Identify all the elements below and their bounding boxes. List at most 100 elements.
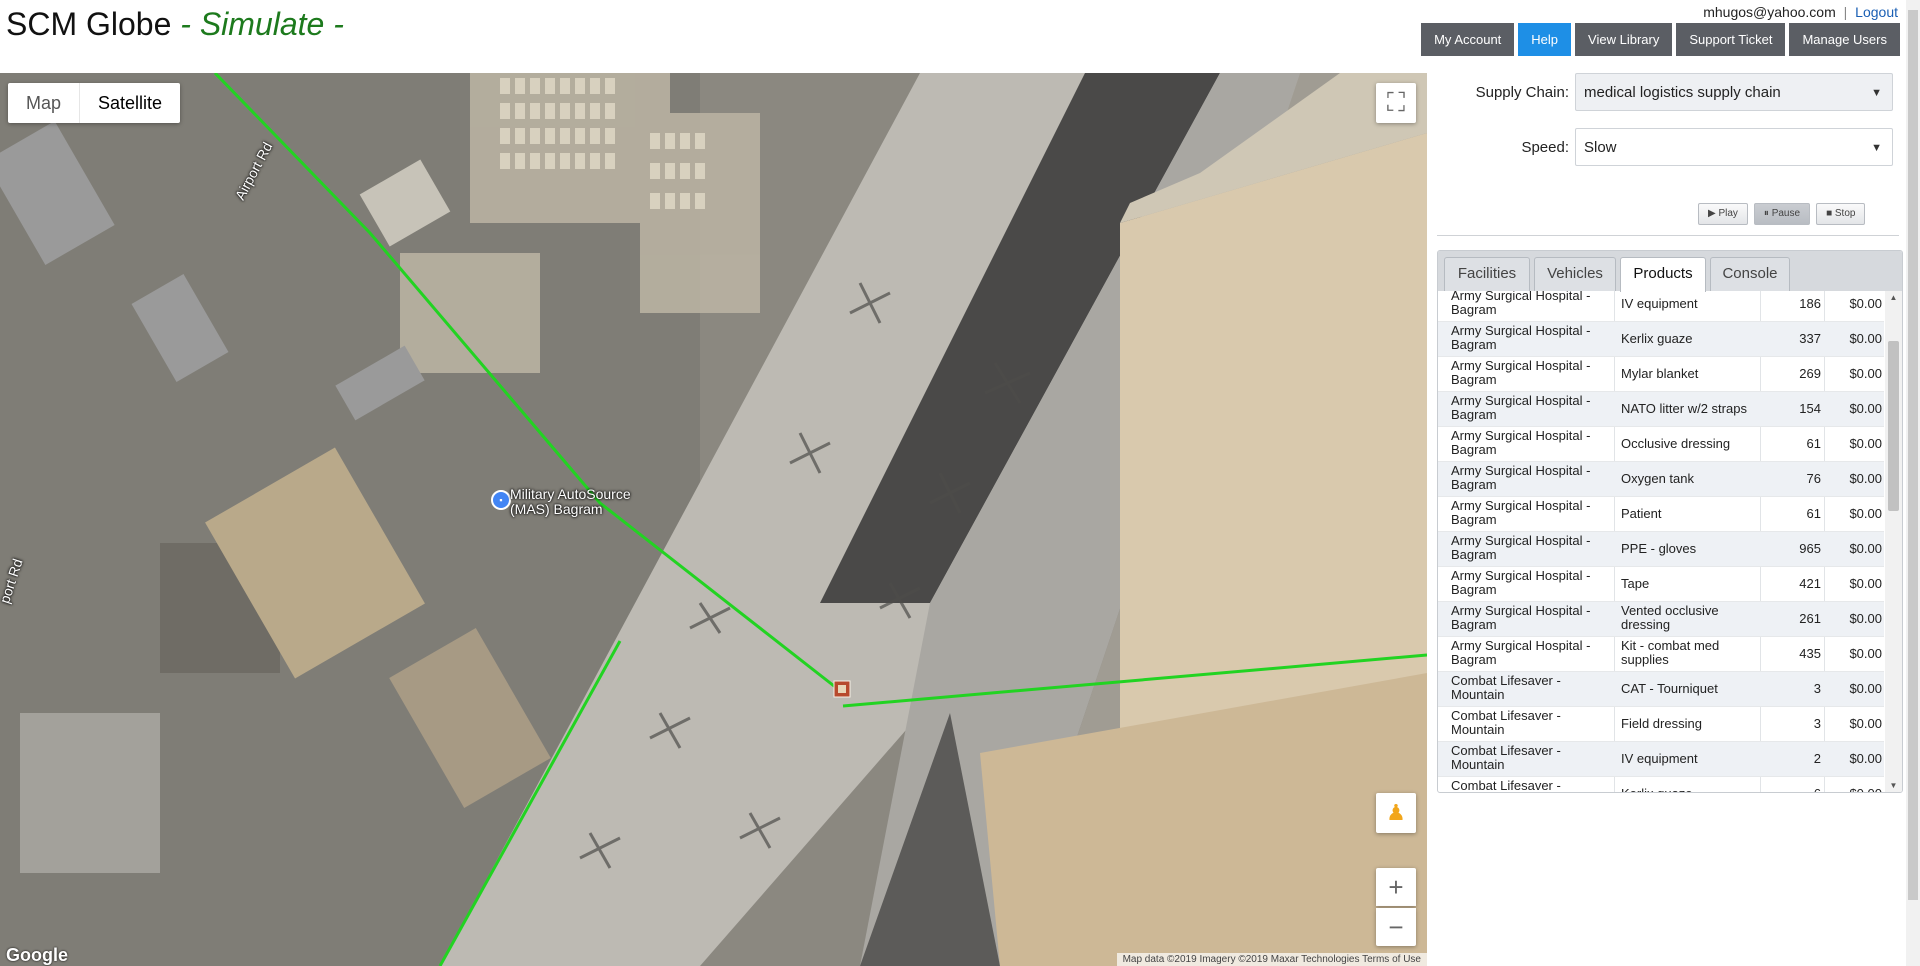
facility-cell: Combat Lifesaver - Mountain (1451, 673, 1561, 702)
tab-console[interactable]: Console (1710, 257, 1790, 291)
facility-cell: Combat Lifesaver - (1451, 778, 1561, 793)
product-cell: NATO litter w/2 straps (1621, 401, 1747, 416)
quantity-cell: 3 (1813, 681, 1821, 696)
map-view[interactable]: Map Satellite ⛶ Airport Rd port Rd ▪ Mil… (0, 73, 1427, 966)
product-cell: Patient (1621, 506, 1662, 521)
table-scrollbar[interactable]: ▲ ▼ (1885, 291, 1902, 792)
table-row[interactable]: Army Surgical Hospital - Bagram Vented oc… (1438, 602, 1884, 637)
tab-products[interactable]: Products (1620, 257, 1706, 292)
page-scrollbar[interactable] (1906, 0, 1920, 966)
table-row[interactable]: Army Surgical Hospital - Bagram Kit - com… (1438, 637, 1884, 672)
fullscreen-icon[interactable]: ⛶ (1376, 83, 1416, 123)
tab-facilities[interactable]: Facilities (1444, 257, 1530, 291)
product-cell: Kit - combat med supplies (1621, 638, 1720, 667)
page-scrollbar-thumb[interactable] (1908, 10, 1918, 900)
value-cell: $0.00 (1849, 541, 1882, 556)
facility-cell: Army Surgical Hospital - Bagram (1451, 568, 1591, 597)
value-cell: $0.00 (1849, 296, 1882, 311)
table-row[interactable]: Army Surgical Hospital - Bagram NATO litt… (1438, 392, 1884, 427)
quantity-cell: 61 (1806, 506, 1821, 521)
shopping-bag-icon[interactable]: ▪ (491, 490, 511, 510)
tabs-panel: Facilities Vehicles Products Console Arm… (1437, 250, 1903, 793)
tab-vehicles[interactable]: Vehicles (1534, 257, 1616, 291)
table-row[interactable]: Combat Lifesaver - Mountain Field dressin… (1438, 707, 1884, 742)
user-bar-separator: | (1843, 4, 1848, 20)
map-attribution[interactable]: Map data ©2019 Imagery ©2019 Maxar Techn… (1116, 953, 1427, 966)
scroll-up-icon[interactable]: ▲ (1885, 293, 1902, 302)
product-cell: Field dressing (1621, 716, 1702, 731)
table-row[interactable]: Army Surgical Hospital - Bagram Kerlix gu… (1438, 322, 1884, 357)
quantity-cell: 61 (1806, 436, 1821, 451)
value-cell: $0.00 (1849, 611, 1882, 626)
manage-users-button[interactable]: Manage Users (1789, 23, 1900, 56)
pegman-icon[interactable]: ♟ (1376, 793, 1416, 833)
facility-cell: Army Surgical Hospital - Bagram (1451, 428, 1591, 457)
facility-cell: Combat Lifesaver - Mountain (1451, 708, 1561, 737)
product-cell: PPE - gloves (1621, 541, 1697, 556)
stop-button[interactable]: ■ Stop (1816, 203, 1866, 225)
table-row[interactable]: Army Surgical Hospital - Bagram Oxygen ta… (1438, 462, 1884, 497)
quantity-cell: 186 (1799, 296, 1821, 311)
speed-value: Slow (1584, 139, 1617, 156)
pause-button[interactable]: ⏸ Pause (1753, 203, 1811, 225)
quantity-cell: 421 (1799, 576, 1821, 591)
scroll-down-icon[interactable]: ▼ (1885, 781, 1902, 790)
value-cell: $0.00 (1849, 576, 1882, 591)
facility-cell: Army Surgical Hospital - Bagram (1451, 638, 1591, 667)
table-row[interactable]: Army Surgical Hospital - Bagram Mylar bla… (1438, 357, 1884, 392)
my-account-button[interactable]: My Account (1421, 23, 1515, 56)
value-cell: $0.00 (1849, 681, 1882, 696)
table-row[interactable]: Army Surgical Hospital - Bagram Tape 421 $0… (1438, 567, 1884, 602)
table-row[interactable]: Combat Lifesaver - Kerlix guaze 6 $0.00 (1438, 777, 1884, 793)
table-row[interactable]: Army Surgical Hospital - Bagram IV equipm… (1438, 291, 1884, 322)
product-cell: Vented occlusive dressing (1621, 603, 1719, 632)
user-bar: mhugos@yahoo.com | Logout (1703, 4, 1898, 20)
poi-label[interactable]: Military AutoSource (MAS) Bagram (510, 487, 631, 517)
quantity-cell: 6 (1768, 787, 1821, 793)
user-email: mhugos@yahoo.com (1703, 4, 1836, 20)
google-logo: Google (6, 945, 68, 965)
quantity-cell: 76 (1806, 471, 1821, 486)
support-ticket-button[interactable]: Support Ticket (1676, 23, 1786, 56)
map-type-toggle: Map Satellite (8, 83, 181, 123)
map-type-satellite[interactable]: Satellite (79, 83, 180, 123)
table-row[interactable]: Combat Lifesaver - Mountain IV equipment 2… (1438, 742, 1884, 777)
table-row[interactable]: Combat Lifesaver - Mountain CAT - Tourniq… (1438, 672, 1884, 707)
product-cell: Kerlix guaze (1621, 787, 1754, 793)
mode-label: - Simulate - (180, 6, 344, 42)
map-type-map[interactable]: Map (8, 83, 79, 123)
top-nav: My Account Help View Library Support Tic… (1421, 23, 1900, 56)
speed-select[interactable]: Slow ▼ (1575, 128, 1893, 166)
supply-chain-value: medical logistics supply chain (1584, 84, 1781, 101)
value-cell: $0.00 (1849, 471, 1882, 486)
supply-chain-row: Supply Chain: medical logistics supply c… (1427, 73, 1893, 111)
value-cell: $0.00 (1849, 646, 1882, 661)
table-row[interactable]: Army Surgical Hospital - Bagram PPE - glo… (1438, 532, 1884, 567)
control-panel: Supply Chain: medical logistics supply c… (1427, 73, 1920, 966)
play-button[interactable]: ▶ Play (1698, 203, 1748, 225)
product-cell: IV equipment (1621, 296, 1698, 311)
help-button[interactable]: Help (1518, 23, 1572, 56)
facility-cell: Army Surgical Hospital - Bagram (1451, 463, 1591, 492)
product-cell: Oxygen tank (1621, 471, 1694, 486)
tab-strip: Facilities Vehicles Products Console (1438, 251, 1902, 292)
zoom-in-button[interactable]: + (1376, 868, 1416, 906)
quantity-cell: 435 (1799, 646, 1821, 661)
logout-link[interactable]: Logout (1855, 4, 1898, 20)
table-row[interactable]: Army Surgical Hospital - Bagram Patient 61… (1438, 497, 1884, 532)
value-cell: $0.00 (1849, 436, 1882, 451)
chevron-down-icon: ▼ (1871, 87, 1882, 99)
facility-cell: Army Surgical Hospital - Bagram (1451, 498, 1591, 527)
supply-chain-select[interactable]: medical logistics supply chain ▼ (1575, 73, 1893, 111)
zoom-out-button[interactable]: − (1376, 908, 1416, 946)
scrollbar-thumb[interactable] (1888, 341, 1899, 511)
satellite-imagery (0, 73, 1427, 966)
quantity-cell: 2 (1813, 751, 1821, 766)
facility-cell: Combat Lifesaver - Mountain (1451, 743, 1561, 772)
facility-cell: Army Surgical Hospital - Bagram (1451, 533, 1591, 562)
value-cell: $0.00 (1828, 787, 1882, 793)
product-cell: Mylar blanket (1621, 366, 1699, 381)
value-cell: $0.00 (1849, 716, 1882, 731)
view-library-button[interactable]: View Library (1575, 23, 1673, 56)
table-row[interactable]: Army Surgical Hospital - Bagram Occlusive… (1438, 427, 1884, 462)
